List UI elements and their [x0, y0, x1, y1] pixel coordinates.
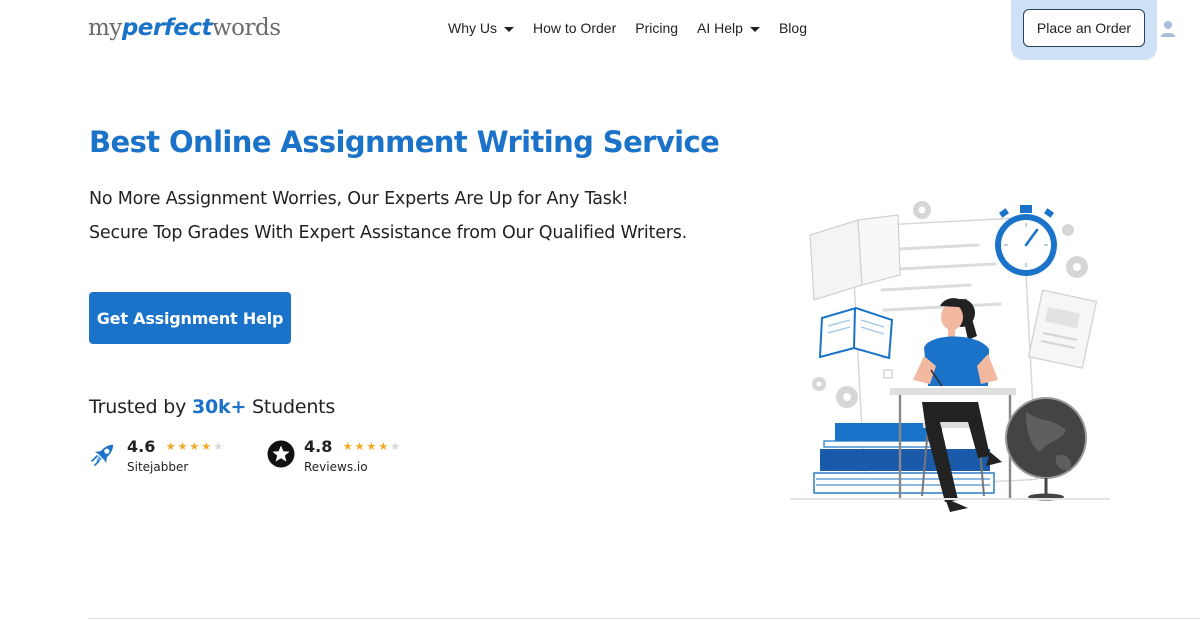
- star-filled-icon: ★: [378, 441, 389, 453]
- rating-details: 4.8 ★ ★ ★ ★ ★ Reviews.io: [304, 437, 400, 474]
- section-divider: [89, 618, 1200, 619]
- rating-stars: ★ ★ ★ ★ ★: [343, 442, 400, 453]
- star-filled-icon: ★: [201, 441, 212, 453]
- rating-sitejabber[interactable]: 4.6 ★ ★ ★ ★ ★ Sitejabber: [89, 437, 223, 474]
- star-filled-icon: ★: [165, 441, 176, 453]
- nav-label: Blog: [778, 20, 807, 36]
- nav-item-ai-help[interactable]: AI Help: [697, 18, 760, 38]
- site-logo[interactable]: myperfectwords: [88, 14, 281, 42]
- logo-part-perfect: perfect: [121, 15, 213, 41]
- hero-subtitle-2: Secure Top Grades With Expert Assistance…: [89, 223, 688, 243]
- page-title: Best Online Assignment Writing Service: [89, 125, 720, 159]
- rating-details: 4.6 ★ ★ ★ ★ ★ Sitejabber: [127, 437, 223, 474]
- rating-reviews-io[interactable]: 4.8 ★ ★ ★ ★ ★ Reviews.io: [266, 437, 400, 474]
- star-filled-icon: ★: [354, 441, 365, 453]
- logo-part-words: words: [211, 15, 281, 41]
- nav-label: Pricing: [635, 20, 679, 36]
- student-writing-illustration: [790, 201, 1110, 512]
- trusted-prefix: Trusted by: [89, 396, 187, 418]
- nav-item-blog[interactable]: Blog: [779, 18, 807, 38]
- rating-score: 4.8: [304, 437, 333, 456]
- get-assignment-help-button[interactable]: Get Assignment Help: [89, 292, 291, 344]
- main-nav: Why Us How to Order Pricing AI Help Blog: [448, 18, 807, 38]
- star-empty-icon: ★: [390, 441, 401, 453]
- star-empty-icon: ★: [213, 441, 224, 453]
- star-badge-icon: [267, 440, 295, 468]
- nav-item-how-to-order[interactable]: How to Order: [533, 18, 616, 38]
- rating-source: Reviews.io: [304, 460, 368, 474]
- nav-label: How to Order: [533, 20, 617, 36]
- rating-source: Sitejabber: [127, 460, 189, 474]
- nav-item-why-us[interactable]: Why Us: [448, 18, 514, 38]
- logo-part-my: my: [88, 15, 122, 41]
- nav-item-pricing[interactable]: Pricing: [635, 18, 678, 38]
- star-filled-icon: ★: [189, 441, 200, 453]
- order-button-highlight: Place an Order: [1011, 0, 1157, 60]
- star-filled-icon: ★: [342, 441, 353, 453]
- rating-stars: ★ ★ ★ ★ ★: [166, 442, 223, 453]
- star-filled-icon: ★: [366, 441, 377, 453]
- trusted-by-text: Trusted by 30k+ Students: [89, 396, 335, 418]
- nav-label: Why Us: [448, 20, 497, 36]
- hero-subtitle-1: No More Assignment Worries, Our Experts …: [89, 189, 629, 209]
- chevron-down-icon: [504, 26, 514, 32]
- trusted-suffix: Students: [252, 396, 336, 418]
- trusted-count: 30k+: [191, 396, 247, 418]
- place-order-button[interactable]: Place an Order: [1023, 9, 1145, 47]
- rating-score: 4.6: [127, 437, 156, 456]
- user-icon[interactable]: [1160, 20, 1176, 38]
- nav-label: AI Help: [697, 20, 743, 36]
- star-filled-icon: ★: [177, 441, 188, 453]
- chevron-down-icon: [749, 26, 760, 32]
- rocket-icon: [91, 444, 114, 466]
